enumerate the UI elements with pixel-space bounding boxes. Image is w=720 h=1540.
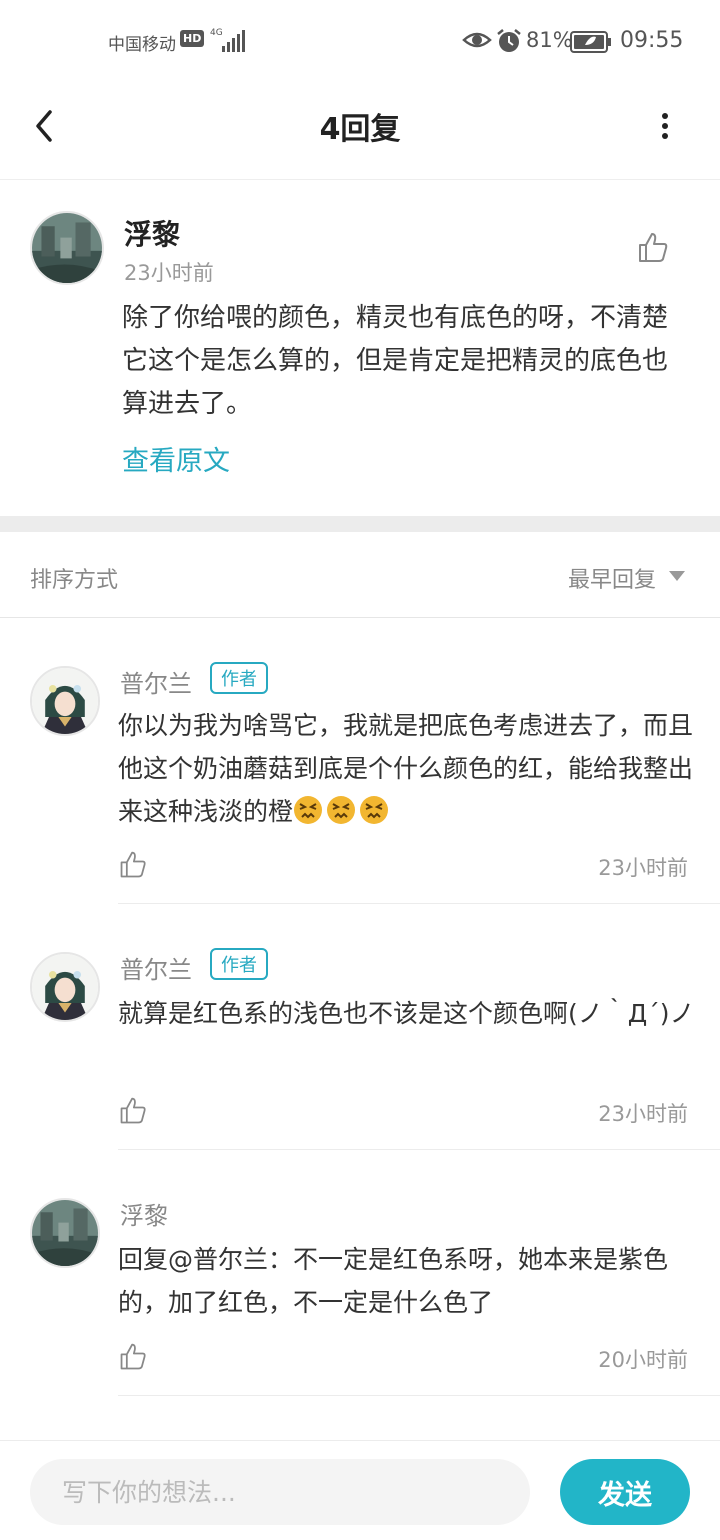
divider [118,1395,720,1396]
header: 4回复 [0,84,720,180]
reply-text: 你以为我为啥骂它，我就是把底色考虑进去了，而且他这个奶油蘑菇到底是个什么颜色的红… [118,704,698,833]
reply-author[interactable]: 普尔兰 [120,950,192,985]
original-comment: 浮黎 23小时前 除了你给喂的颜色，精灵也有底色的呀，不清楚它这个是怎么算的，但… [0,181,720,516]
signal-icon [222,30,245,52]
reply-item: 普尔兰 作者 你以为我为啥骂它，我就是把底色考虑进去了，而且他这个奶油蘑菇到底是… [0,618,720,904]
reply-time: 23小时前 [598,856,688,880]
reply-time: 20小时前 [598,1348,688,1372]
author-badge: 作者 [210,948,268,980]
hd-badge: HD [180,30,205,47]
reply-text: 就算是红色系的浅色也不该是这个颜色啊(ノ｀Д´)ノ [118,999,695,1028]
comment-input[interactable] [30,1459,530,1525]
reply-author[interactable]: 普尔兰 [120,664,192,699]
send-button[interactable]: 发送 [560,1459,690,1525]
status-bar: 中国移动 HD 4G 81% 09:55 [0,0,720,84]
caret-down-icon[interactable] [668,570,686,582]
battery-percent: 81% [526,28,573,52]
avatar-image [32,213,102,283]
thumbs-up-icon[interactable] [636,231,670,265]
reply-text: 回复@普尔兰：不一定是红色系呀，她本来是紫色的，加了红色，不一定是什么色了 [118,1245,669,1317]
reply-time: 23小时前 [598,1102,688,1126]
avatar[interactable] [30,666,100,736]
comment-composer: 发送 [0,1440,720,1540]
avatar-image [32,954,98,1020]
comment-author[interactable]: 浮黎 [124,213,180,253]
persevering-face-emoji [327,796,356,824]
page-title: 4回复 [319,112,401,147]
reply-text-content: 你以为我为啥骂它，我就是把底色考虑进去了，而且他这个奶油蘑菇到底是个什么颜色的红… [118,711,694,826]
avatar[interactable] [30,1198,100,1268]
sort-dropdown[interactable]: 最早回复 [568,562,656,594]
sort-label: 排序方式 [30,568,119,593]
reply-item: 普尔兰 作者 就算是红色系的浅色也不该是这个颜色啊(ノ｀Д´)ノ 23小时前 [0,904,720,1150]
avatar[interactable] [30,952,100,1022]
thumbs-up-icon[interactable] [118,850,148,880]
comment-text: 除了你给喂的颜色，精灵也有底色的呀，不清楚它这个是怎么算的，但是肯定是把精灵的底… [122,303,669,419]
persevering-face-emoji [294,796,323,824]
thumbs-up-icon[interactable] [118,1342,148,1372]
view-original-link[interactable]: 查看原文 [122,439,230,478]
sort-bar: 排序方式 最早回复 [0,532,720,618]
carrier-label: 中国移动 [108,35,176,55]
comment-time: 23小时前 [124,261,214,285]
alarm-icon [497,29,521,52]
more-vertical-icon[interactable] [650,106,680,146]
author-badge: 作者 [210,662,268,694]
clock: 09:55 [620,28,684,53]
network-label: 4G [210,28,223,38]
reply-author[interactable]: 浮黎 [120,1196,168,1231]
section-divider [0,516,720,532]
battery-icon [570,31,611,53]
avatar-image [32,668,98,734]
thumbs-up-icon[interactable] [118,1096,148,1126]
avatar-image [32,1200,98,1266]
avatar[interactable] [30,211,104,285]
reply-item: 浮黎 回复@普尔兰：不一定是红色系呀，她本来是紫色的，加了红色，不一定是什么色了… [0,1150,720,1396]
persevering-face-emoji [360,796,389,824]
eye-icon [462,32,492,48]
